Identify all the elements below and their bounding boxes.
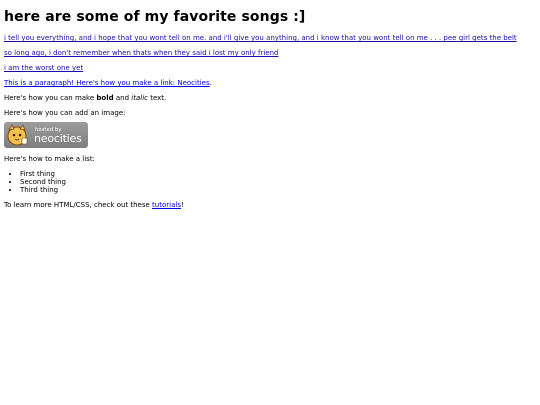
image-text: Here's how you can add an image: [4,109,126,117]
song-link-3[interactable]: i am the worst one yet [4,64,83,72]
learn-more-prefix: To learn more HTML/CSS, check out these [4,201,153,209]
song-line-1: i tell you everything, and i hope that y… [4,34,517,43]
song-line-3: i am the worst one yet [4,64,83,73]
format-text-prefix: Here's how you can make [4,94,97,102]
format-text-suffix: text. [147,94,167,102]
song-line-2: so long ago, i don't remember when thats… [4,49,278,58]
list-item: Second thing [20,178,66,186]
badge-name-text: neocities [34,132,82,145]
paragraph-link-suffix: . [209,79,212,87]
song-link-2[interactable]: so long ago, i don't remember when thats… [4,49,278,57]
paragraph-link-line: This is a paragraph! Here's how you make… [4,79,212,88]
list-item: First thing [20,170,66,178]
list-heading: Here's how to make a list: [4,155,95,163]
italic-text: italic [131,94,148,102]
tutorials-link[interactable]: tutorials [152,201,181,209]
neocities-link[interactable]: This is a paragraph! Here's how you make… [4,79,210,87]
neocities-badge[interactable]: hosted by neocities [4,122,88,148]
neocities-cat-icon [7,124,28,146]
learn-more-suffix: ! [180,201,184,209]
list-item: Third thing [20,186,66,194]
learn-more-line: To learn more HTML/CSS, check out these … [4,201,184,210]
bold-text: bold [96,94,114,102]
example-list: First thing Second thing Third thing [4,170,66,194]
format-text-middle: and [113,94,132,102]
song-link-1[interactable]: i tell you everything, and i hope that y… [4,34,517,42]
page-title: here are some of my favorite songs :] [4,9,306,25]
format-text-line: Here's how you can make bold and italic … [4,94,166,103]
